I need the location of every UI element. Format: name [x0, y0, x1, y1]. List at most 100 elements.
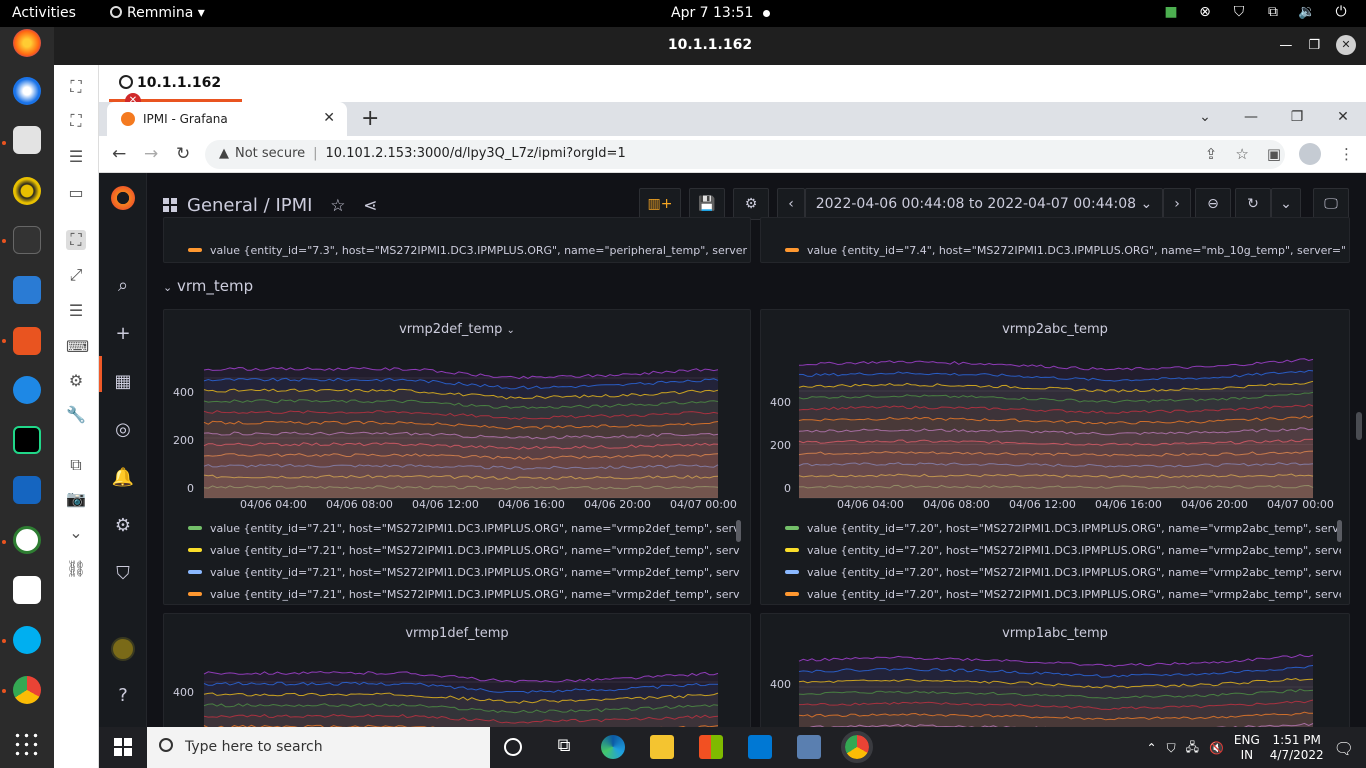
tab-search-icon[interactable]: ⌄: [1182, 102, 1228, 136]
add-panel-button[interactable]: ▥+: [639, 188, 681, 220]
remote-desktop-icon[interactable]: [797, 735, 821, 759]
chart-vrmp1def-temp[interactable]: [164, 644, 752, 727]
refresh-interval-button[interactable]: ⌄: [1271, 188, 1301, 220]
chevron-up-icon[interactable]: ⌃: [1147, 741, 1157, 755]
create-plus-icon[interactable]: +: [111, 322, 135, 346]
search-icon[interactable]: ⌕: [111, 274, 135, 298]
mute-icon[interactable]: 🔇: [1209, 741, 1224, 755]
preferences-icon[interactable]: ⚙: [66, 371, 86, 391]
breadcrumb-folder[interactable]: General: [187, 195, 258, 216]
row-header-vrm-temp[interactable]: ⌄ vrm_temp: [163, 277, 253, 295]
maximize-button[interactable]: ❐: [1308, 38, 1320, 53]
chrome-minimize-button[interactable]: —: [1228, 102, 1274, 136]
tv-mode-button[interactable]: 🖵: [1313, 188, 1349, 220]
multi-monitor-icon[interactable]: ▭: [66, 183, 86, 203]
panel-title[interactable]: vrmp1def_temp: [164, 626, 750, 641]
chrome-close-button[interactable]: ✕: [1320, 102, 1366, 136]
file-explorer-icon[interactable]: [650, 735, 674, 759]
legend-scrollbar[interactable]: [736, 520, 741, 542]
address-bar[interactable]: ▲ Not secure | 10.101.2.153:3000/d/lpy3Q_L7…: [205, 140, 1285, 169]
user-avatar[interactable]: [111, 637, 135, 661]
chrome-restore-button[interactable]: ❐: [1274, 102, 1320, 136]
panel-title[interactable]: vrmp2def_temp ⌄: [164, 322, 750, 337]
help-icon[interactable]: [13, 376, 41, 404]
scale-icon[interactable]: ⤢: [66, 265, 86, 285]
remmina-tray-icon[interactable]: ⊗: [1196, 4, 1214, 20]
remmina-connection-tab[interactable]: 10.1.1.162✕: [109, 65, 242, 109]
menu-icon[interactable]: ☰: [66, 147, 86, 167]
legend-item[interactable]: value {entity_id="7.21", host="MS272IPMI…: [188, 518, 740, 540]
mail-icon[interactable]: [748, 735, 772, 759]
text-editor-icon[interactable]: [13, 576, 41, 604]
chrome-taskbar-icon[interactable]: [841, 731, 873, 763]
legend-item[interactable]: value {entity_id="7.20", host="MS272IPMI…: [785, 540, 1341, 562]
dashboard-settings-button[interactable]: ⚙: [733, 188, 769, 220]
legend-item[interactable]: value {entity_id="7.20", host="MS272IPMI…: [785, 562, 1341, 584]
new-tab-button[interactable]: +: [361, 106, 379, 131]
thunderbird-icon[interactable]: [13, 77, 41, 105]
windows-start-icon[interactable]: [114, 738, 132, 756]
cortana-icon[interactable]: [504, 738, 522, 756]
edge-icon[interactable]: [601, 735, 625, 759]
breadcrumb-dashboard[interactable]: IPMI: [275, 195, 312, 216]
legend-item[interactable]: value {entity_id="7.4", host="MS272IPMI1…: [785, 240, 1345, 262]
close-tab-icon[interactable]: ✕: [323, 110, 335, 126]
help-icon[interactable]: ?: [111, 684, 135, 708]
reload-icon[interactable]: ↻: [176, 144, 190, 164]
taskbar-clock[interactable]: 1:51 PM 4/7/2022: [1270, 733, 1324, 763]
bookmark-star-icon[interactable]: ☆: [1235, 145, 1248, 165]
vpn-shield-icon[interactable]: [13, 476, 41, 504]
app-menu[interactable]: Remmina ▾: [110, 5, 205, 21]
microsoft-store-icon[interactable]: [699, 735, 723, 759]
chrome-tab-grafana[interactable]: IPMI - Grafana ✕: [107, 102, 347, 136]
time-picker-button[interactable]: 2022-04-06 00:44:08 to 2022-04-07 00:44:…: [805, 188, 1163, 220]
share-dashboard-icon[interactable]: ⋖: [363, 196, 377, 216]
keyboard-icon[interactable]: ⌨: [66, 337, 89, 357]
refresh-button[interactable]: ↻: [1235, 188, 1271, 220]
remmina-dock-icon[interactable]: [13, 526, 41, 554]
firefox-icon[interactable]: [13, 29, 41, 57]
close-button[interactable]: ✕: [1336, 35, 1356, 55]
share-icon[interactable]: ⇪: [1205, 145, 1218, 165]
legend-item[interactable]: value {entity_id="7.21", host="MS272IPMI…: [188, 584, 740, 606]
toolbar-menu-icon[interactable]: ☰: [66, 301, 86, 321]
disconnect-icon[interactable]: ⛓: [66, 559, 86, 579]
screenshot-icon[interactable]: 📷: [66, 489, 86, 509]
dashboards-icon[interactable]: ▦: [111, 370, 135, 394]
chrome-menu-icon[interactable]: ⋮: [1339, 145, 1354, 165]
forward-icon[interactable]: →: [144, 144, 158, 164]
explore-compass-icon[interactable]: ◎: [111, 418, 135, 442]
files-icon[interactable]: [13, 126, 41, 154]
chevron-down-icon[interactable]: ⌄: [66, 523, 86, 543]
update-icon[interactable]: ■: [1162, 4, 1180, 20]
legend-item[interactable]: value {entity_id="7.20", host="MS272IPMI…: [785, 584, 1341, 606]
time-shift-forward-button[interactable]: ›: [1163, 188, 1191, 220]
page-scrollbar[interactable]: [1356, 412, 1362, 440]
dynamic-resolution-icon[interactable]: ⛶: [66, 230, 86, 250]
activities-button[interactable]: Activities: [12, 5, 76, 21]
alerting-bell-icon[interactable]: 🔔: [111, 466, 135, 490]
software-center-icon[interactable]: [13, 327, 41, 355]
chrome-dock-icon[interactable]: [13, 676, 41, 704]
volume-icon[interactable]: 🔉: [1298, 4, 1316, 20]
legend-item[interactable]: value {entity_id="7.3", host="MS272IPMI1…: [188, 240, 748, 262]
show-apps-icon[interactable]: [13, 731, 41, 759]
grafana-logo-icon[interactable]: [111, 186, 135, 210]
duplicate-icon[interactable]: ⧉: [66, 455, 86, 475]
fullscreen-icon[interactable]: ⛶: [66, 111, 86, 131]
legend-item[interactable]: value {entity_id="7.21", host="MS272IPMI…: [188, 540, 740, 562]
save-dashboard-button[interactable]: 💾: [689, 188, 725, 220]
taskbar-search-box[interactable]: Type here to search: [147, 727, 490, 768]
skype-icon[interactable]: [13, 626, 41, 654]
chart-vrmp1abc-temp[interactable]: [761, 644, 1351, 727]
system-clock[interactable]: Apr 7 13:51: [671, 5, 753, 21]
zoom-out-button[interactable]: ⊖: [1195, 188, 1231, 220]
fit-window-icon[interactable]: ⛶: [66, 77, 86, 97]
panel-title[interactable]: vrmp1abc_temp: [761, 626, 1349, 641]
security-tray-icon[interactable]: ⛉: [1167, 741, 1176, 756]
legend-item[interactable]: value {entity_id="7.21", host="MS272IPMI…: [188, 562, 740, 584]
power-icon[interactable]: ⏻: [1332, 4, 1350, 20]
configuration-gear-icon[interactable]: ⚙: [111, 514, 135, 538]
pycharm-icon[interactable]: [13, 426, 41, 454]
rhythmbox-icon[interactable]: [13, 177, 41, 205]
